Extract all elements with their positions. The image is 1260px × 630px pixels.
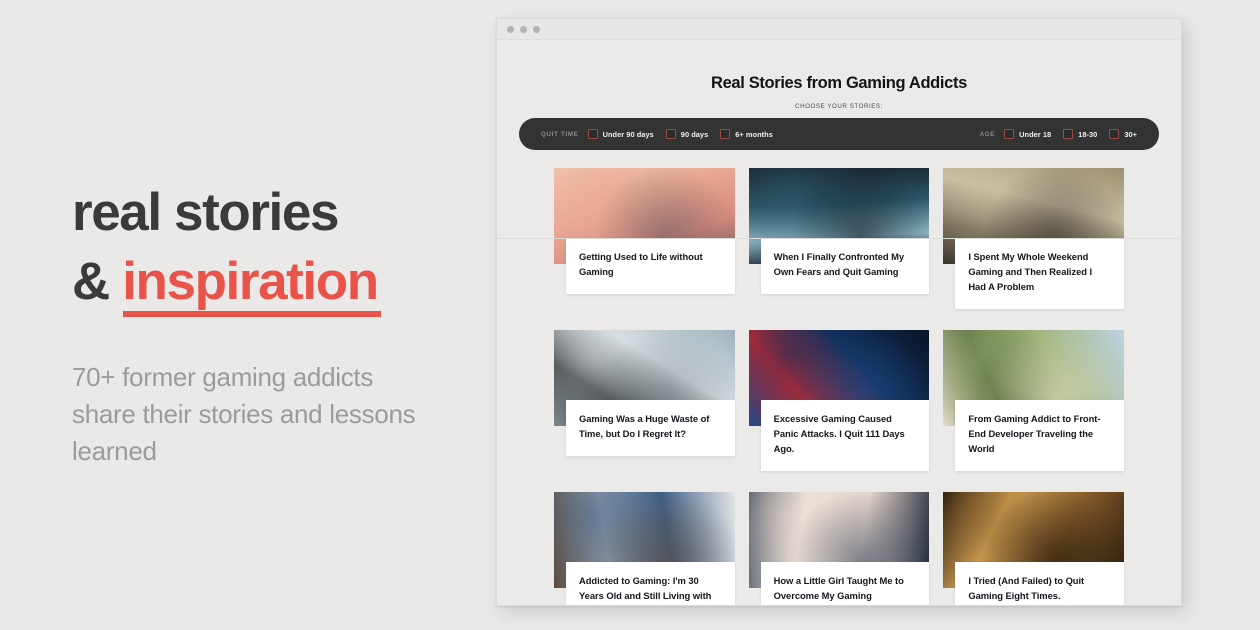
story-card[interactable]: Addicted to Gaming: I'm 30 Years Old and…: [554, 492, 735, 605]
filter-option[interactable]: Under 18: [1004, 129, 1051, 139]
story-card[interactable]: When I Finally Confronted My Own Fears a…: [748, 168, 930, 318]
story-card-title: Excessive Gaming Caused Panic Attacks. I…: [773, 413, 905, 454]
story-card-body: How a Little Girl Taught Me to Overcome …: [760, 562, 930, 605]
checkbox-icon[interactable]: [665, 129, 676, 139]
screenshot-root: real stories & inspiration 70+ former ga…: [0, 0, 1260, 630]
story-card-body: Gaming Was a Huge Waste of Time, but Do …: [566, 400, 735, 456]
promo-ampersand: &: [72, 251, 123, 311]
story-card[interactable]: I Spent My Whole Weekend Gaming and Then…: [943, 168, 1124, 318]
checkbox-icon[interactable]: [1004, 129, 1015, 139]
story-card-title: Addicted to Gaming: I'm 30 Years Old and…: [579, 575, 712, 605]
story-card-title: I Tried (And Failed) to Quit Gaming Eigh…: [968, 575, 1085, 601]
window-minimize-dot-icon[interactable]: [520, 25, 527, 33]
checkbox-icon[interactable]: [1109, 129, 1120, 139]
promo-headline-line-1: real stories: [72, 183, 339, 242]
story-card-title: Gaming Was a Huge Waste of Time, but Do …: [579, 413, 710, 439]
filter-bar: QUIT TIME Under 90 days 90 days 6+ months AG…: [519, 118, 1159, 150]
filter-option[interactable]: Under 90 days: [587, 129, 654, 139]
story-card-title: I Spent My Whole Weekend Gaming and Then…: [968, 251, 1093, 292]
browser-window: Real Stories from Gaming Addicts CHOOSE …: [496, 18, 1182, 606]
filter-option-label: 6+ months: [735, 129, 773, 139]
story-card[interactable]: Gaming Was a Huge Waste of Time, but Do …: [554, 330, 735, 480]
story-card-body: Excessive Gaming Caused Panic Attacks. I…: [760, 400, 930, 471]
story-card-body: I Spent My Whole Weekend Gaming and Then…: [955, 238, 1124, 309]
window-titlebar: [497, 19, 1181, 40]
filter-group-label-quit-time: QUIT TIME: [541, 130, 579, 138]
filter-bar-wrapper: QUIT TIME Under 90 days 90 days 6+ months AG…: [497, 118, 1181, 239]
filter-group-label-age: AGE: [979, 130, 996, 138]
promo-headline-line-2: & inspiration: [72, 251, 472, 318]
header-divider: [497, 238, 1181, 239]
filter-group-quit-time: QUIT TIME Under 90 days 90 days 6+ months: [541, 129, 773, 139]
story-card[interactable]: Getting Used to Life without Gaming: [554, 168, 735, 318]
filter-option[interactable]: 6+ months: [720, 129, 773, 139]
promo-panel: real stories & inspiration 70+ former ga…: [72, 183, 472, 470]
filter-option-label: 18-30: [1078, 129, 1098, 139]
filter-option[interactable]: 18-30: [1063, 129, 1097, 139]
story-card-body: When I Finally Confronted My Own Fears a…: [760, 238, 930, 294]
filter-option-label: Under 18: [1019, 129, 1052, 139]
filter-option-label: 30+: [1124, 129, 1137, 139]
window-maximize-dot-icon[interactable]: [533, 25, 540, 33]
story-card-title: Getting Used to Life without Gaming: [579, 251, 703, 277]
promo-accent-word: inspiration: [122, 251, 381, 318]
story-card[interactable]: From Gaming Addict to Front-End Develope…: [943, 330, 1124, 480]
story-card-title: How a Little Girl Taught Me to Overcome …: [773, 575, 904, 605]
site-header: Real Stories from Gaming Addicts CHOOSE …: [497, 40, 1181, 110]
story-card-body: From Gaming Addict to Front-End Develope…: [955, 400, 1124, 471]
filter-option[interactable]: 30+: [1109, 129, 1137, 139]
checkbox-icon[interactable]: [1063, 129, 1074, 139]
promo-accent-text: inspiration: [122, 251, 379, 311]
story-card[interactable]: How a Little Girl Taught Me to Overcome …: [748, 492, 930, 605]
window-close-dot-icon[interactable]: [507, 25, 514, 33]
story-card[interactable]: I Tried (And Failed) to Quit Gaming Eigh…: [943, 492, 1124, 605]
filter-option[interactable]: 90 days: [665, 129, 709, 139]
story-card-body: Addicted to Gaming: I'm 30 Years Old and…: [566, 562, 735, 605]
choose-stories-label: CHOOSE YOUR STORIES:: [795, 103, 883, 110]
story-card-body: Getting Used to Life without Gaming: [566, 238, 735, 294]
promo-accent-underline: [123, 311, 381, 318]
promo-subtitle: 70+ former gaming addicts share their st…: [72, 362, 416, 466]
page-title: Real Stories from Gaming Addicts: [711, 74, 967, 92]
story-card-body: I Tried (And Failed) to Quit Gaming Eigh…: [955, 562, 1124, 605]
story-card[interactable]: Excessive Gaming Caused Panic Attacks. I…: [748, 330, 930, 480]
filter-option-label: Under 90 days: [602, 129, 654, 139]
filter-group-age: AGE Under 18 18-30 30+: [980, 129, 1137, 139]
checkbox-icon[interactable]: [587, 129, 598, 139]
checkbox-icon[interactable]: [720, 129, 731, 139]
story-card-grid: Getting Used to Life without Gaming When …: [497, 168, 1181, 605]
filter-option-label: 90 days: [680, 129, 709, 139]
story-card-title: From Gaming Addict to Front-End Develope…: [968, 413, 1101, 454]
story-card-title: When I Finally Confronted My Own Fears a…: [773, 251, 905, 277]
